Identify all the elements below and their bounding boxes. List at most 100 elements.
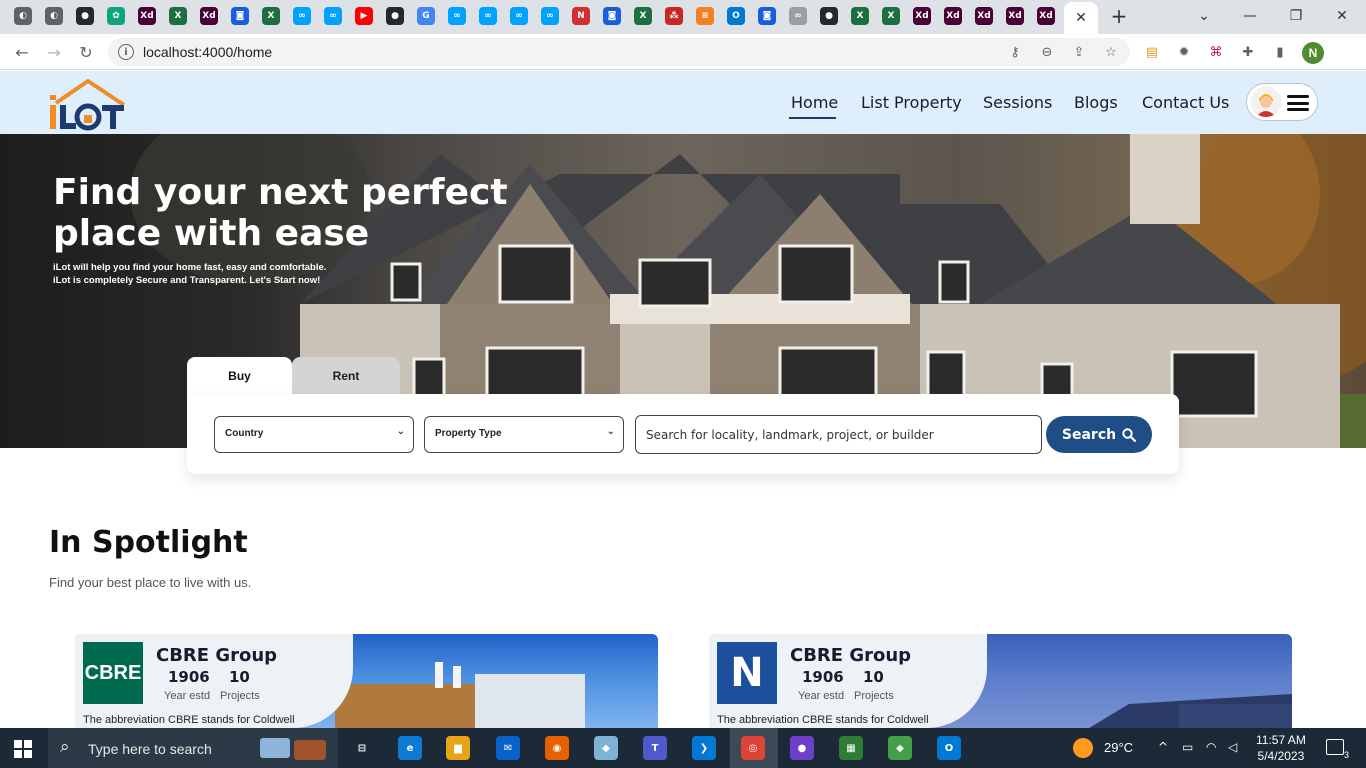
country-select[interactable]: Country ⌄ (214, 416, 414, 453)
property-type-select[interactable]: Property Type ⌄ (424, 416, 624, 453)
restore-icon[interactable]: ❐ (1276, 4, 1316, 28)
stackoverflow-icon[interactable]: ≡ (696, 7, 714, 25)
meta-icon[interactable]: ∞ (293, 7, 311, 25)
teams-icon[interactable]: T (643, 736, 667, 760)
system-clock[interactable]: 11:57 AM 5/4/2023 (1256, 732, 1306, 764)
user-avatar (1251, 87, 1281, 117)
chevron-down-icon: ⌄ (396, 426, 405, 437)
edge-icon[interactable]: e (398, 736, 422, 760)
adobe-xd-icon[interactable]: Xd (138, 7, 156, 25)
code-extension-icon[interactable]: ⌘ (1207, 43, 1225, 61)
hamburger-menu-icon[interactable] (1287, 95, 1309, 111)
spotlight-card[interactable]: CBRE CBRE Group 1906 Year estd 10 Projec… (75, 634, 658, 728)
excel-icon[interactable]: X (882, 7, 900, 25)
chrome-icon[interactable]: ◐ (45, 7, 63, 25)
nav-list-property[interactable]: List Property (861, 93, 962, 112)
adobe-xd-icon[interactable]: Xd (975, 7, 993, 25)
network-icon[interactable]: ⁂ (665, 7, 683, 25)
excel-icon[interactable]: X (262, 7, 280, 25)
password-key-icon[interactable]: ⚷ (1007, 44, 1023, 60)
nav-contact-us[interactable]: Contact Us (1142, 93, 1229, 112)
git-icon[interactable]: ◆ (888, 736, 912, 760)
notion-icon[interactable]: N (572, 7, 590, 25)
meta-icon[interactable]: ∞ (448, 7, 466, 25)
vscode-icon[interactable]: ❯ (692, 736, 716, 760)
sheets-icon[interactable]: ▦ (839, 736, 863, 760)
nav-blogs[interactable]: Blogs (1074, 93, 1118, 112)
github-icon[interactable]: ● (386, 7, 404, 25)
extensions-puzzle-icon[interactable]: ✚ (1239, 43, 1257, 61)
excel-icon[interactable]: X (634, 7, 652, 25)
nav-home[interactable]: Home (791, 93, 838, 112)
bookmark-star-icon[interactable]: ☆ (1103, 44, 1119, 60)
windows-start-icon[interactable] (14, 740, 32, 758)
bitwarden-icon[interactable]: ◙ (758, 7, 776, 25)
github-icon[interactable]: ● (76, 7, 94, 25)
excel-icon[interactable]: X (851, 7, 869, 25)
side-panel-icon[interactable]: ▮ (1271, 43, 1289, 61)
adobe-xd-icon[interactable]: Xd (944, 7, 962, 25)
link-icon[interactable]: ∞ (789, 7, 807, 25)
property-search-panel: Country ⌄ Property Type ⌄ Search for loc… (187, 394, 1179, 474)
nav-sessions[interactable]: Sessions (983, 93, 1052, 112)
search-button[interactable]: Search (1046, 416, 1152, 453)
meta-icon[interactable]: ∞ (324, 7, 342, 25)
task-view-icon[interactable]: ⊟ (350, 736, 374, 760)
battery-icon[interactable]: ▭ (1182, 740, 1193, 754)
browser-profile-avatar[interactable]: N (1302, 42, 1324, 64)
bug-extension-icon[interactable]: ✹ (1175, 43, 1193, 61)
firefox-icon[interactable]: ◉ (545, 736, 569, 760)
bitwarden-icon[interactable]: ◙ (231, 7, 249, 25)
clipboard-extension-icon[interactable]: ▤ (1143, 43, 1161, 61)
close-tab-icon[interactable]: ✕ (1075, 10, 1087, 26)
outlook-icon[interactable]: O (937, 736, 961, 760)
active-tab[interactable]: ✕ (1064, 2, 1098, 34)
tab-buy[interactable]: Buy (187, 357, 292, 395)
back-icon[interactable]: ← (11, 41, 33, 63)
forward-icon[interactable]: → (43, 41, 65, 63)
share-icon[interactable]: ⇪ (1071, 44, 1087, 60)
chrome-icon[interactable]: ◐ (14, 7, 32, 25)
show-hidden-icons[interactable]: ^ (1158, 740, 1168, 754)
wifi-icon[interactable]: ◠ (1206, 740, 1216, 754)
ilot-logo[interactable] (46, 77, 130, 131)
minimize-icon[interactable]: — (1230, 4, 1270, 28)
volume-icon[interactable]: ◁ (1228, 740, 1237, 754)
mail-icon[interactable]: ✉ (496, 736, 520, 760)
address-bar[interactable]: i localhost:4000/home ⚷ ⊖ ⇪ ☆ (108, 38, 1130, 66)
outlook-icon[interactable]: O (727, 7, 745, 25)
taskbar-search-box[interactable]: ⌕ Type here to search (48, 728, 338, 768)
adobe-xd-icon[interactable]: Xd (913, 7, 931, 25)
adobe-xd-icon[interactable]: Xd (200, 7, 218, 25)
meta-icon[interactable]: ∞ (479, 7, 497, 25)
chrome-icon[interactable]: ◎ (741, 736, 765, 760)
chatgpt-icon[interactable]: ✿ (107, 7, 125, 25)
github-desktop-icon[interactable]: ● (790, 736, 814, 760)
youtube-icon[interactable]: ▶ (355, 7, 373, 25)
file-explorer-icon[interactable]: ▆ (446, 736, 470, 760)
meta-icon[interactable]: ∞ (541, 7, 559, 25)
url-text[interactable]: localhost:4000/home (143, 44, 272, 60)
google-icon[interactable]: G (417, 7, 435, 25)
new-tab-button[interactable]: + (1108, 4, 1130, 28)
user-menu-button[interactable] (1246, 83, 1318, 121)
card-info-panel: N CBRE Group 1906 Year estd 10 Projects … (709, 634, 987, 728)
weather-icon[interactable] (1073, 738, 1093, 758)
tab-search-icon[interactable]: ⌄ (1184, 4, 1224, 28)
close-window-icon[interactable]: ✕ (1322, 4, 1362, 28)
spotlight-card[interactable]: N CBRE Group 1906 Year estd 10 Projects … (709, 634, 1292, 728)
notification-center-icon[interactable]: 3 (1326, 739, 1349, 760)
adobe-xd-icon[interactable]: Xd (1006, 7, 1024, 25)
meta-icon[interactable]: ∞ (510, 7, 528, 25)
zoom-icon[interactable]: ⊖ (1039, 44, 1055, 60)
notes-icon[interactable]: ◆ (594, 736, 618, 760)
site-info-icon[interactable]: i (118, 44, 134, 60)
reload-icon[interactable]: ↻ (75, 41, 97, 63)
adobe-xd-icon[interactable]: Xd (1037, 7, 1055, 25)
weather-temperature[interactable]: 29°C (1104, 740, 1133, 755)
search-input[interactable]: Search for locality, landmark, project, … (635, 415, 1042, 454)
bitwarden-icon[interactable]: ◙ (603, 7, 621, 25)
tab-rent[interactable]: Rent (292, 357, 400, 395)
excel-icon[interactable]: X (169, 7, 187, 25)
github-icon[interactable]: ● (820, 7, 838, 25)
